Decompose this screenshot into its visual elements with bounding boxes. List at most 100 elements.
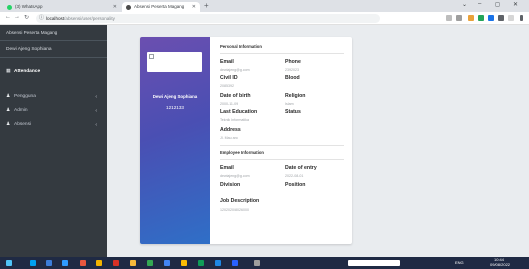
taskbar-app-icon[interactable]: [130, 260, 136, 266]
forward-icon[interactable]: →: [14, 14, 20, 20]
clock-date[interactable]: 09/08/2022: [490, 263, 510, 267]
education-value: Teknik Informatika: [220, 118, 249, 122]
taskbar-app-icon[interactable]: [46, 260, 52, 266]
extension-icon[interactable]: [488, 15, 494, 21]
sidebar-item-label: Attendance: [14, 69, 41, 74]
email-value: dewiajeng@g.com: [220, 68, 250, 72]
position-label: Position: [285, 182, 306, 188]
browser-toolbar: ← → ↻ ⓘ localhost/absensi/user/personali…: [0, 12, 529, 25]
profile-avatar[interactable]: [508, 15, 514, 21]
dob-value: 2000-11-09: [220, 102, 239, 106]
chevron-left-icon: ‹: [95, 108, 97, 114]
url-host: localhost: [46, 16, 65, 21]
email-label: Email: [220, 59, 234, 65]
taskbar-app-icon[interactable]: [96, 260, 102, 266]
chevron-left-icon: ‹: [95, 94, 97, 100]
division-label: Division: [220, 182, 241, 188]
os-taskbar: ENG 10:44 09/08/2022: [0, 257, 529, 269]
sidebar-item-absensi[interactable]: ♟ Absensi ‹: [0, 120, 107, 130]
employee-email-value: dewiajeng@g.com: [220, 174, 250, 178]
sidebar: Absensi Peserta Magang Dewi Ajeng Sophia…: [0, 25, 107, 257]
taskbar-search-box[interactable]: [348, 260, 400, 266]
info-icon[interactable]: ⓘ: [39, 14, 44, 23]
calendar-icon: ▦: [6, 69, 11, 74]
personal-section-title: Personal Information: [220, 44, 262, 49]
taskbar-app-icon[interactable]: [164, 260, 170, 266]
close-tab-icon[interactable]: ✕: [113, 2, 117, 12]
sidebar-item-pengguna[interactable]: ♟ Pengguna ‹: [0, 92, 107, 102]
taskbar-app-icon[interactable]: [232, 260, 238, 266]
extension-icon[interactable]: [478, 15, 484, 21]
job-description-value: 1202020/8026000: [220, 208, 249, 212]
religion-label: Religion: [285, 93, 306, 99]
browser-tab-strip: (3) WhatsApp ✕ Absensi Peserta Magang ✕ …: [0, 0, 529, 12]
profile-photo: [147, 52, 202, 72]
sidebar-item-label: Absensi: [14, 122, 32, 127]
users-icon: ♟: [6, 108, 11, 113]
address-bar[interactable]: ⓘ localhost/absensi/user/personality: [36, 14, 380, 23]
sidebar-item-admin[interactable]: ♟ Admin ‹: [0, 106, 107, 116]
url-path: /absensi/user/personality: [64, 16, 115, 21]
users-icon: ♟: [6, 122, 11, 127]
close-tab-icon[interactable]: ✕: [192, 2, 196, 12]
minimize-button[interactable]: –: [478, 1, 481, 7]
sidebar-item-attendance[interactable]: ▦ Attendance: [0, 67, 107, 77]
extension-icon[interactable]: [468, 15, 474, 21]
taskbar-app-icon[interactable]: [215, 260, 221, 266]
tab-title: (3) WhatsApp: [15, 4, 43, 9]
tab-search-icon[interactable]: ⌄: [462, 1, 467, 8]
back-icon[interactable]: ←: [5, 14, 11, 20]
users-icon: ♟: [6, 94, 11, 99]
date-of-entry-label: Date of entry: [285, 165, 317, 171]
address-label: Address: [220, 127, 241, 133]
close-window-button[interactable]: ✕: [513, 1, 518, 8]
share-icon[interactable]: [446, 15, 452, 21]
dob-label: Date of birth: [220, 93, 251, 99]
taskbar-app-icon[interactable]: [198, 260, 204, 266]
taskbar-app-icon[interactable]: [30, 260, 36, 266]
windows-start-icon[interactable]: [6, 260, 12, 266]
maximize-button[interactable]: ◻: [495, 1, 500, 8]
browser-tab-absensi[interactable]: Absensi Peserta Magang ✕: [122, 2, 200, 12]
sidebar-item-label: Pengguna: [14, 94, 36, 99]
civil-id-label: Civil ID: [220, 75, 238, 81]
tab-title: Absensi Peserta Magang: [134, 4, 185, 9]
chevron-left-icon: ‹: [95, 122, 97, 128]
taskbar-app-icon[interactable]: [113, 260, 119, 266]
taskbar-app-icon[interactable]: [62, 260, 68, 266]
taskbar-app-icon[interactable]: [80, 260, 86, 266]
divider: [220, 53, 344, 54]
education-label: Last Education: [220, 109, 258, 115]
blood-label: Blood: [285, 75, 300, 81]
info-panel: Personal Information Email dewiajeng@g.c…: [220, 37, 350, 244]
employee-section-title: Employee Information: [220, 150, 264, 155]
status-label: Status: [285, 109, 301, 115]
civil-id-value: 2085392: [220, 84, 234, 88]
phone-value: 2392023: [285, 68, 299, 72]
divider: [220, 159, 344, 160]
whatsapp-icon: [7, 5, 12, 10]
sidebar-brand[interactable]: Absensi Peserta Magang: [0, 25, 107, 41]
divider: [220, 145, 344, 146]
profile-name: Dewi Ajeng Sophiana: [152, 94, 198, 99]
extensions-puzzle-icon[interactable]: [498, 15, 504, 21]
employee-email-label: Email: [220, 165, 234, 171]
broken-image-icon: [149, 54, 154, 59]
sidebar-item-label: Admin: [14, 108, 28, 113]
settings-gear-icon[interactable]: [254, 260, 260, 266]
religion-value: Islam: [285, 102, 294, 106]
reload-icon[interactable]: ↻: [24, 14, 29, 21]
keyboard-language[interactable]: ENG: [455, 261, 464, 265]
menu-kebab-icon[interactable]: [520, 15, 523, 21]
browser-tab-whatsapp[interactable]: (3) WhatsApp ✕: [3, 2, 121, 12]
taskbar-app-icon[interactable]: [181, 260, 187, 266]
sidebar-user-name[interactable]: Dewi Ajeng Sophiana: [0, 41, 107, 58]
site-favicon-icon: [126, 5, 131, 10]
job-description-label: Job Description: [220, 198, 260, 204]
profile-panel: Dewi Ajeng Sophiana 1212133: [140, 37, 210, 244]
profile-card: Dewi Ajeng Sophiana 1212133 Personal Inf…: [140, 37, 352, 244]
profile-id: 1212133: [166, 105, 184, 110]
bookmark-star-icon[interactable]: [456, 15, 462, 21]
taskbar-app-icon[interactable]: [147, 260, 153, 266]
new-tab-button[interactable]: +: [204, 1, 209, 10]
